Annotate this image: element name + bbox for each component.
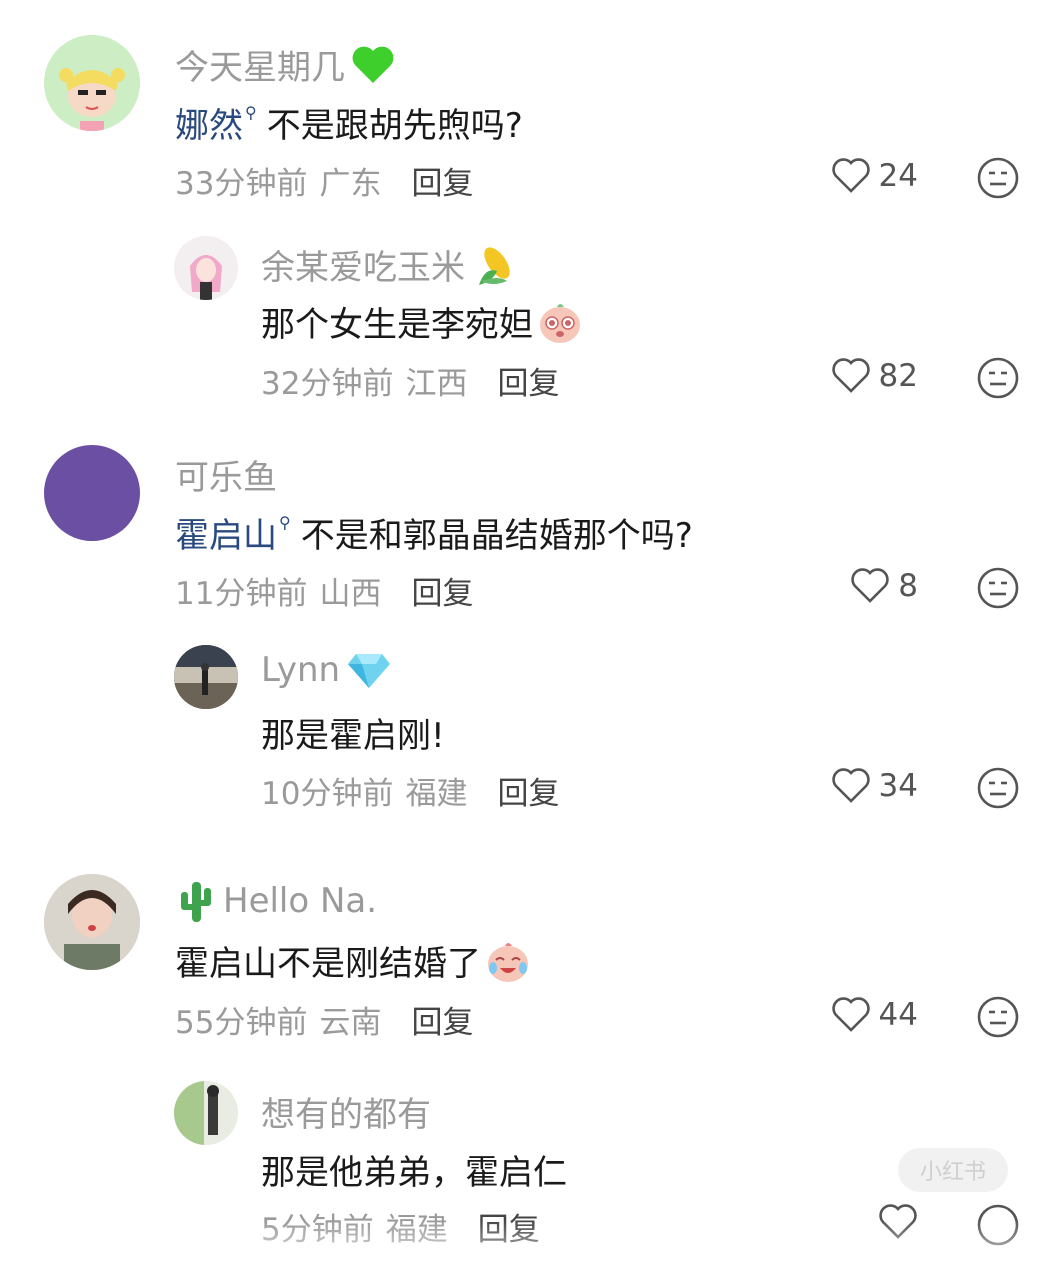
heart-outline-icon [831, 158, 870, 193]
timestamp: 32分钟前 [261, 366, 394, 402]
search-icon: ⚲ [279, 513, 291, 532]
location: 福建 [405, 776, 468, 812]
reply-button[interactable]: 回复 [411, 997, 473, 1042]
comment-meta: 11分钟前 山西 回复 [175, 568, 473, 613]
like-count: 82 [878, 358, 918, 394]
heart-outline-icon [831, 358, 870, 393]
comment-text: 娜然 ⚲ 不是跟胡先煦吗? [175, 98, 523, 147]
location: 广东 [319, 166, 382, 202]
avatar-anime-icon [174, 236, 238, 300]
location: 山西 [319, 576, 382, 612]
corn-icon [479, 246, 510, 285]
cute-face-emoji-icon [540, 303, 580, 343]
reply-button[interactable]: 回复 [411, 568, 473, 613]
crying-laugh-emoji-icon [488, 942, 528, 982]
reply-button[interactable]: 回复 [497, 358, 559, 403]
mention-link[interactable]: 霍启山 [175, 508, 277, 557]
avatar-photo-icon [174, 645, 238, 709]
like-count: 34 [878, 768, 918, 804]
watermark-logo: 小红书 [898, 1148, 1008, 1192]
heart-outline-icon [831, 997, 870, 1032]
avatar[interactable] [174, 1081, 238, 1145]
timestamp: 55分钟前 [175, 1005, 308, 1041]
timestamp: 11分钟前 [175, 576, 308, 612]
diamond-icon [348, 654, 391, 688]
search-icon: ⚲ [245, 103, 257, 122]
dislike-face-icon[interactable] [977, 357, 1019, 399]
avatar[interactable] [174, 236, 238, 300]
like-count: 24 [878, 158, 918, 194]
avatar-photo-icon [44, 874, 140, 970]
location: 云南 [319, 1005, 382, 1041]
cactus-icon [181, 882, 211, 922]
avatar[interactable] [44, 445, 140, 541]
dislike-face-icon[interactable] [977, 996, 1019, 1038]
mention-link[interactable]: 娜然 [175, 98, 243, 147]
like-button[interactable]: 44 [831, 997, 918, 1033]
heart-outline-icon [851, 568, 889, 603]
comment-meta: 55分钟前 云南 回复 [175, 997, 473, 1042]
comment-text: 那个女生是李宛妲 [261, 297, 583, 346]
username[interactable]: 余某爱吃玉米 [261, 240, 519, 289]
dislike-face-icon[interactable] [977, 567, 1019, 609]
dislike-face-icon[interactable] [977, 767, 1019, 809]
avatar-cartoon-icon [44, 35, 140, 131]
username[interactable]: Hello Na. [175, 878, 377, 924]
like-button[interactable]: 24 [831, 158, 918, 194]
username[interactable]: 今天星期几 [175, 40, 395, 89]
username[interactable]: Lynn [261, 650, 392, 690]
comment-meta: 33分钟前 广东 回复 [175, 158, 473, 203]
green-heart-icon [352, 46, 394, 83]
reply-button[interactable]: 回复 [497, 768, 559, 813]
comment-meta: 10分钟前 福建 回复 [261, 768, 559, 813]
bottom-fade [0, 1220, 1063, 1280]
like-count: 8 [898, 568, 918, 604]
location: 江西 [405, 366, 468, 402]
reply-button[interactable]: 回复 [411, 158, 473, 203]
like-button[interactable]: 82 [831, 358, 918, 394]
like-button[interactable]: 34 [831, 768, 918, 804]
comment-text: 霍启山不是刚结婚了 [175, 936, 531, 985]
timestamp: 10分钟前 [261, 776, 394, 812]
comment-text: 霍启山 ⚲ 不是和郭晶晶结婚那个吗? [175, 508, 693, 557]
username[interactable]: 想有的都有 [261, 1087, 431, 1136]
heart-outline-icon [831, 768, 870, 803]
avatar[interactable] [44, 874, 140, 970]
username[interactable]: 可乐鱼 [175, 450, 277, 499]
avatar-photo-icon [174, 1081, 238, 1145]
comment-meta: 32分钟前 江西 回复 [261, 358, 559, 403]
comment-text: 那是霍启刚! [261, 716, 445, 756]
comment-text: 那是他弟弟，霍启仁 [261, 1153, 567, 1193]
timestamp: 33分钟前 [175, 166, 308, 202]
dislike-face-icon[interactable] [977, 157, 1019, 199]
like-count: 44 [878, 997, 918, 1033]
avatar[interactable] [174, 645, 238, 709]
like-button[interactable]: 8 [850, 568, 918, 604]
avatar[interactable] [44, 35, 140, 131]
